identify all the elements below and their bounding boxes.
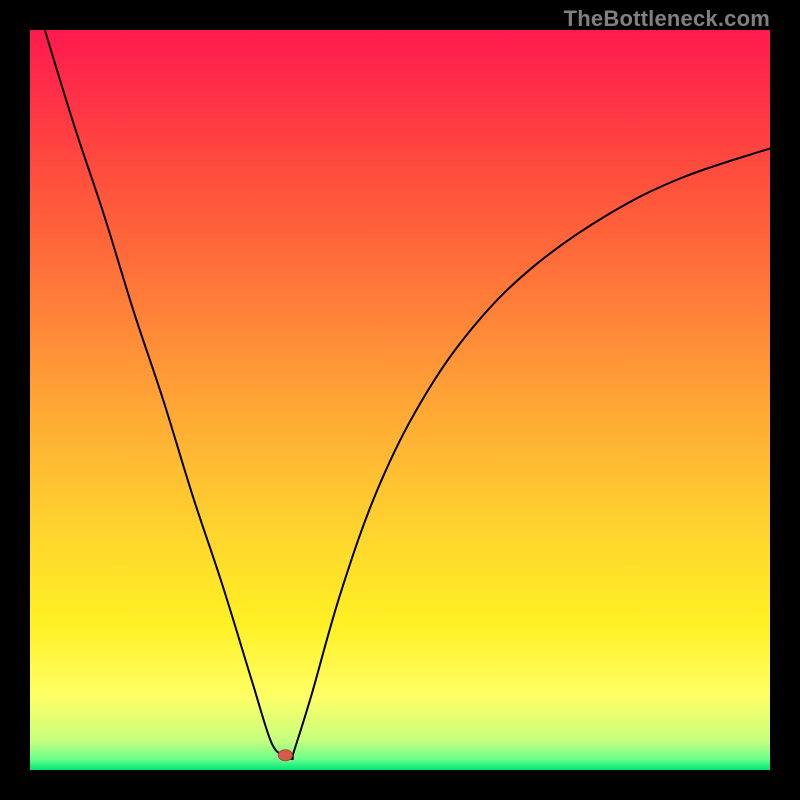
chart-svg — [30, 30, 770, 770]
gradient-background — [30, 30, 770, 770]
chart-frame: TheBottleneck.com — [0, 0, 800, 800]
watermark-text: TheBottleneck.com — [564, 6, 770, 32]
plot-area — [30, 30, 770, 770]
optimal-point-marker — [278, 750, 292, 761]
